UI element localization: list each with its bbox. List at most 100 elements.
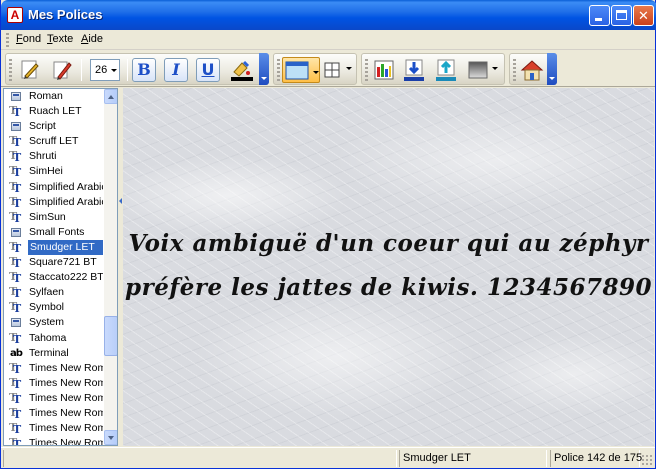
chevron-down-icon[interactable]	[492, 67, 498, 70]
font-list-item[interactable]: Symbol	[4, 300, 104, 315]
pencil-icon	[53, 61, 72, 80]
truetype-font-icon	[9, 135, 23, 149]
upload-icon	[436, 59, 456, 81]
font-list-item[interactable]: Times New Rom	[4, 406, 104, 421]
font-color-button[interactable]	[228, 58, 253, 82]
toolbar-band-home	[509, 53, 557, 85]
menu-fond[interactable]: Fond	[16, 33, 41, 45]
download-button[interactable]	[402, 58, 426, 82]
font-list-item-label: System	[29, 316, 65, 329]
font-list-item-label: Script	[29, 120, 56, 133]
font-list-item-label: Times New Rom	[29, 406, 103, 419]
preview-text-line-2: préfère les jattes de kiwis. 1234567890	[125, 274, 652, 301]
scroll-up-button[interactable]	[104, 89, 117, 104]
font-list-item[interactable]: Simplified Arabic	[4, 195, 104, 210]
font-list-item[interactable]: Times New Rom	[4, 421, 104, 436]
maximize-button[interactable]	[611, 5, 632, 26]
minimize-icon	[595, 18, 602, 21]
font-list-item[interactable]: SimHei	[4, 164, 104, 179]
font-list-items: Roman Ruach LET Script Scruff LET Shruti SimH…	[4, 89, 104, 445]
scroll-thumb[interactable]	[104, 315, 117, 356]
pencil-button[interactable]	[50, 58, 74, 82]
font-list-item[interactable]: Sylfaen	[4, 285, 104, 300]
font-list-item[interactable]: Staccato222 BT	[4, 270, 104, 285]
font-list-item[interactable]: Times New Rom	[4, 361, 104, 376]
color-bars-button[interactable]	[372, 58, 396, 82]
toolbar-grip-icon[interactable]	[365, 59, 368, 81]
chevron-down-icon[interactable]	[346, 67, 352, 70]
underline-button[interactable]: U	[196, 58, 220, 82]
menu-grip-icon[interactable]	[6, 33, 9, 47]
font-list-item-label: Small Fonts	[29, 225, 85, 238]
gradient-icon	[468, 61, 488, 79]
toolbar-overflow-button[interactable]	[259, 53, 269, 85]
font-list-item[interactable]: Times New Rom	[4, 391, 104, 406]
font-list-item[interactable]: Ruach LET	[4, 104, 104, 119]
font-list-item[interactable]: Tahoma	[4, 331, 104, 346]
toolbar-separator	[127, 59, 128, 81]
font-preview: Voix ambiguë d'un coeur qui au zéphyr pr…	[123, 88, 654, 446]
truetype-font-icon	[9, 150, 23, 164]
font-list-item[interactable]: Shruti	[4, 149, 104, 164]
toolbar-grip-icon[interactable]	[513, 59, 516, 81]
font-list-item[interactable]: System	[4, 315, 104, 330]
truetype-font-icon	[9, 256, 23, 270]
font-list-item[interactable]: Small Fonts	[4, 225, 104, 240]
font-list-item[interactable]: Times New Rom	[4, 376, 104, 391]
menu-aide[interactable]: Aide	[81, 33, 103, 45]
upload-button[interactable]	[434, 58, 458, 82]
collapse-arrow-icon[interactable]	[119, 198, 122, 204]
font-list-item[interactable]: Script	[4, 119, 104, 134]
font-list-item[interactable]: Smudger LET	[4, 239, 104, 255]
font-size-value: 26	[95, 64, 108, 76]
scroll-down-button[interactable]	[104, 430, 117, 445]
font-size-select[interactable]: 26	[90, 59, 120, 81]
title-bar[interactable]: A Mes Polices ✕	[1, 0, 656, 30]
truetype-font-icon	[9, 105, 23, 119]
chevron-down-icon	[313, 71, 319, 74]
font-list-item[interactable]: Roman	[4, 89, 104, 104]
menu-texte[interactable]: Texte	[47, 33, 73, 45]
italic-button[interactable]: I	[164, 58, 188, 82]
status-bar: Smudger LET Police 142 de 175	[1, 447, 655, 468]
font-list-item-label: Ruach LET	[29, 105, 82, 118]
truetype-font-icon	[9, 392, 23, 406]
minimize-button[interactable]	[589, 5, 610, 26]
font-list-item[interactable]: SimSun	[4, 210, 104, 225]
font-list-item[interactable]: Simplified Arabic	[4, 180, 104, 195]
toolbar-grip-icon[interactable]	[9, 59, 12, 81]
font-list-item[interactable]: ab Terminal	[4, 346, 104, 361]
font-list-item-label: Shruti	[29, 150, 57, 163]
close-button[interactable]: ✕	[633, 5, 654, 26]
close-icon: ✕	[638, 8, 649, 23]
resize-grip-icon[interactable]	[641, 454, 653, 466]
truetype-font-icon	[9, 165, 23, 179]
gradient-button[interactable]	[466, 58, 490, 82]
bold-button[interactable]: B	[132, 58, 156, 82]
app-icon[interactable]: A	[7, 7, 23, 23]
font-list-scrollbar[interactable]	[104, 89, 117, 445]
font-list-item-label: Square721 BT	[29, 256, 97, 269]
font-list-item[interactable]: Square721 BT	[4, 255, 104, 270]
status-panel-empty	[3, 450, 397, 467]
grid-button[interactable]	[320, 58, 344, 82]
system-font-icon	[11, 318, 21, 328]
truetype-font-icon	[9, 407, 23, 421]
font-list-item-label: Times New Rom	[29, 361, 103, 374]
truetype-font-icon	[9, 286, 23, 300]
truetype-font-icon	[9, 196, 23, 210]
font-list-item-label: Terminal	[29, 346, 69, 359]
truetype-font-icon	[9, 211, 23, 225]
font-list-item-label: Times New Rom	[29, 376, 103, 389]
pen-edit-button[interactable]	[18, 58, 42, 82]
app-window: A Mes Polices ✕ Fond Texte Aide 26 B I U…	[0, 0, 656, 469]
background-button[interactable]	[282, 57, 320, 83]
font-list-item[interactable]: Times New Rom	[4, 436, 104, 445]
truetype-font-icon	[9, 362, 23, 376]
toolbar-overflow-button[interactable]	[547, 53, 557, 85]
font-list-item[interactable]: Scruff LET	[4, 134, 104, 149]
toolbar-grip-icon[interactable]	[277, 59, 280, 81]
home-button[interactable]	[520, 58, 544, 82]
chevron-down-icon[interactable]	[109, 60, 119, 80]
font-list[interactable]: Roman Ruach LET Script Scruff LET Shruti SimH…	[3, 88, 118, 446]
